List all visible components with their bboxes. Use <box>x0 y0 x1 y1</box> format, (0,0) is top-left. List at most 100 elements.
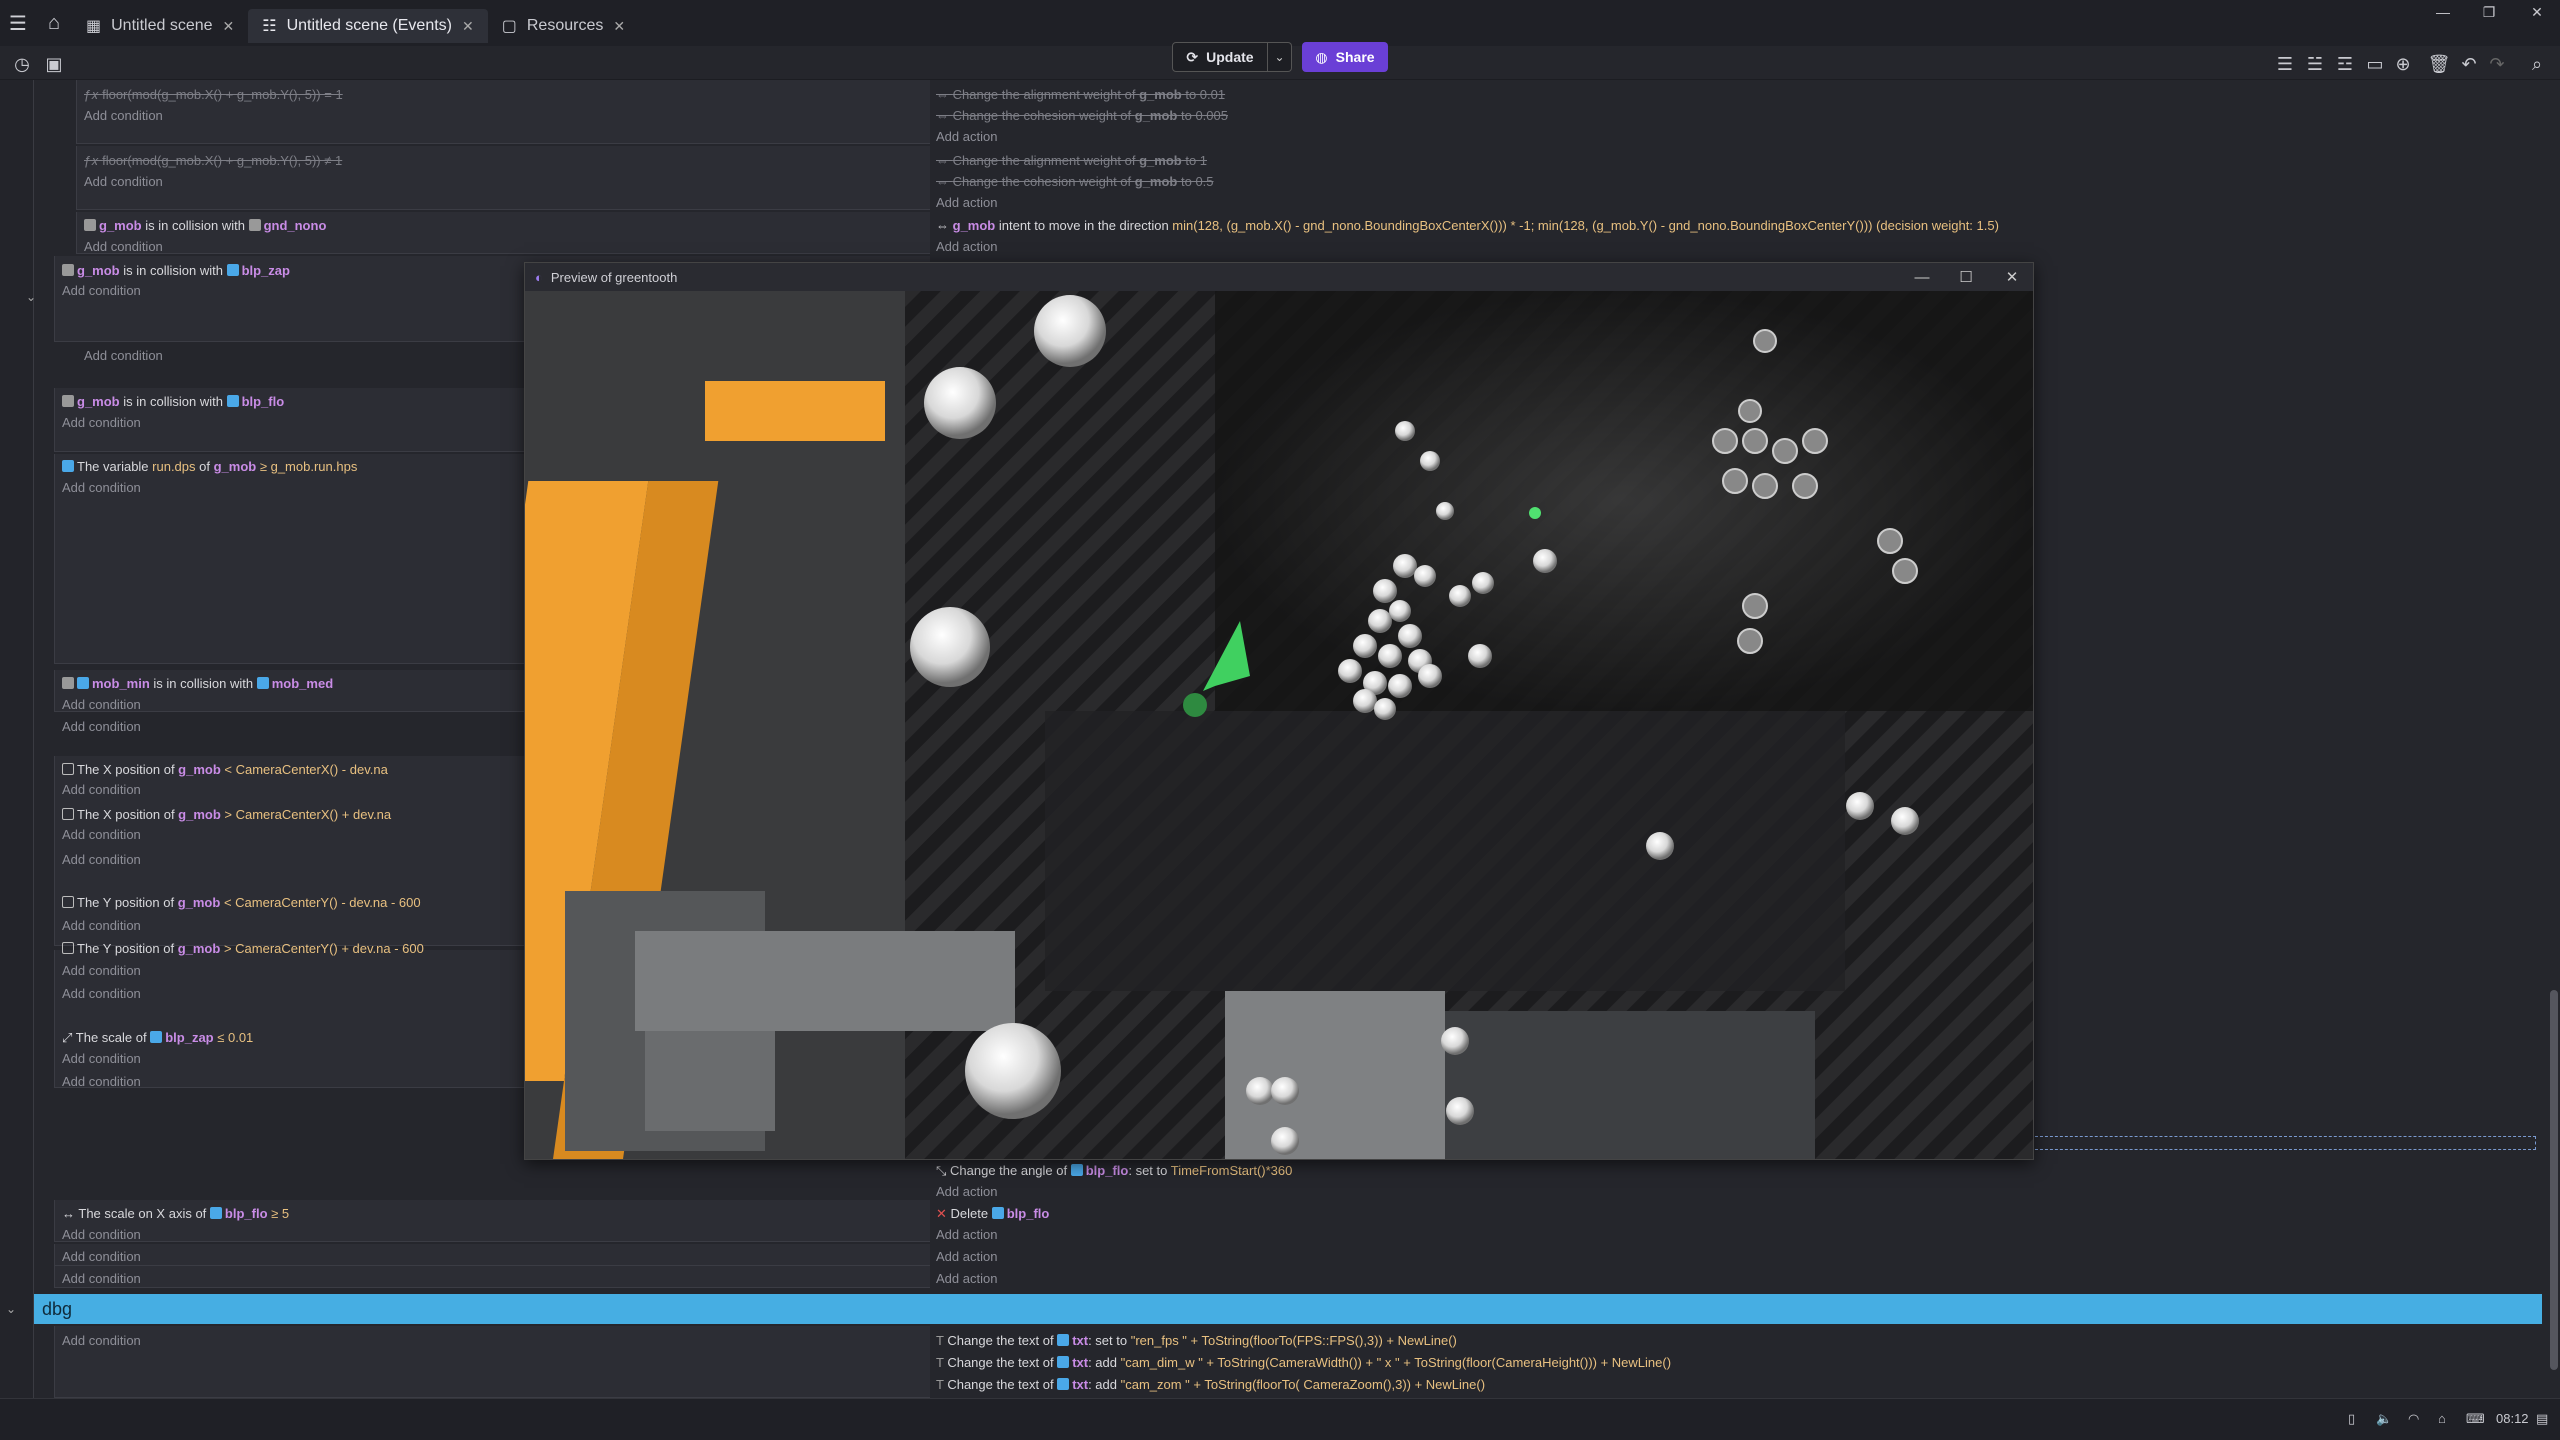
add-condition[interactable]: Add condition <box>62 986 141 1001</box>
add-condition[interactable]: Add condition <box>62 1227 141 1242</box>
action[interactable]: ✕ Delete blp_flo <box>936 1206 1049 1222</box>
condition[interactable]: The X position of g_mob > CameraCenterX(… <box>62 807 391 822</box>
add-condition[interactable]: Add condition <box>62 1333 141 1348</box>
tab-scene[interactable]: ▦ Untitled scene ✕ <box>72 9 248 43</box>
action[interactable]: ⇔ Change the alignment weight of g_mob t… <box>936 87 1225 102</box>
event-conditions[interactable] <box>54 1326 930 1398</box>
home-icon[interactable]: ⌂ <box>36 0 72 46</box>
condition[interactable]: The variable run.dps of g_mob ≥ g_mob.ru… <box>62 459 357 474</box>
condition[interactable]: ↔ The scale on X axis of blp_flo ≥ 5 <box>62 1206 289 1221</box>
add-condition[interactable]: Add condition <box>62 1074 141 1089</box>
add-action[interactable]: Add action <box>936 1271 997 1286</box>
battery-icon[interactable]: ▯ <box>2348 1411 2355 1427</box>
network-icon[interactable]: ⌂ <box>2438 1411 2446 1426</box>
condition[interactable]: ⤢ The scale of blp_zap ≤ 0.01 <box>62 1030 253 1046</box>
close-icon[interactable]: ✕ <box>223 18 235 35</box>
add-group-icon[interactable]: ☲ <box>2332 50 2358 78</box>
add-condition[interactable]: Add condition <box>62 1051 141 1066</box>
close-icon[interactable]: ✕ <box>1989 263 2035 291</box>
add-condition[interactable]: Add condition <box>62 415 141 430</box>
close-icon[interactable]: ✕ <box>613 18 625 35</box>
events-icon: ☷ <box>262 18 277 35</box>
add-condition[interactable]: Add condition <box>62 480 141 495</box>
add-condition[interactable]: Add condition <box>62 918 141 933</box>
add-action[interactable]: Add action <box>936 129 997 144</box>
add-condition[interactable]: Add condition <box>62 283 141 298</box>
condition[interactable]: ƒ𝑥 floor(mod(g_mob.X() + g_mob.Y(), 5)) … <box>84 153 342 169</box>
condition[interactable]: g_mob is in collision with blp_zap <box>62 263 290 278</box>
add-action[interactable]: Add action <box>936 239 997 254</box>
redo-icon[interactable]: ↷ <box>2484 50 2510 78</box>
close-window-icon[interactable]: ✕ <box>2514 0 2560 24</box>
add-condition[interactable]: Add condition <box>62 1271 141 1286</box>
share-button[interactable]: ◍ Share <box>1302 42 1388 72</box>
add-condition[interactable]: Add condition <box>84 174 163 189</box>
menu-icon[interactable]: ☰ <box>0 0 36 46</box>
scrollbar-thumb[interactable] <box>2550 990 2558 1370</box>
preview-window[interactable]: ◐ Preview of greentooth — ☐ ✕ <box>524 262 2034 1160</box>
condition[interactable]: g_mob is in collision with gnd_nono <box>84 218 326 233</box>
volume-icon[interactable]: 🔈 <box>2376 1411 2392 1427</box>
minimize-icon[interactable]: — <box>1899 263 1945 291</box>
add-icon[interactable]: ⊕ <box>2390 50 2416 78</box>
search-icon[interactable]: ⌕ <box>2524 50 2550 78</box>
delete-icon[interactable]: 🗑 <box>2426 50 2452 78</box>
condition[interactable]: ƒ𝑥 floor(mod(g_mob.X() + g_mob.Y(), 5)) … <box>84 87 343 103</box>
add-condition[interactable]: Add condition <box>62 719 141 734</box>
event-conditions[interactable] <box>54 1266 930 1288</box>
game-canvas[interactable] <box>525 291 2033 1159</box>
restore-icon[interactable]: ❐ <box>2466 0 2512 24</box>
add-event-icon[interactable]: ☰ <box>2272 50 2298 78</box>
condition[interactable]: g_mob is in collision with blp_flo <box>62 394 284 409</box>
minimize-icon[interactable]: — <box>2420 0 2466 24</box>
chevron-down-icon[interactable]: ⌄ <box>6 1302 16 1316</box>
add-condition[interactable]: Add condition <box>84 108 163 123</box>
maximize-icon[interactable]: ☐ <box>1943 263 1989 291</box>
add-condition[interactable]: Add condition <box>62 1249 141 1264</box>
add-action[interactable]: Add action <box>936 1227 997 1242</box>
condition[interactable]: mob_min is in collision with mob_med <box>62 676 333 691</box>
add-action[interactable]: Add action <box>936 195 997 210</box>
condition[interactable]: The Y position of g_mob < CameraCenterY(… <box>62 895 421 910</box>
action[interactable]: T Change the text of txt: add "cam_zom "… <box>936 1377 1485 1392</box>
object-icon <box>1057 1334 1070 1346</box>
wifi-icon[interactable]: ◠ <box>2408 1411 2419 1427</box>
event-conditions[interactable] <box>54 1244 930 1266</box>
tab-events[interactable]: ☷ Untitled scene (Events) ✕ <box>248 9 488 43</box>
add-comment-icon[interactable]: ▭ <box>2362 50 2388 78</box>
undo-icon[interactable]: ↶ <box>2456 50 2482 78</box>
action[interactable]: ⤡ Change the angle of blp_flo: set to Ti… <box>936 1163 1292 1179</box>
action[interactable]: ⇔ Change the cohesion weight of g_mob to… <box>936 108 1228 123</box>
action[interactable]: T Change the text of txt: set to "ren_fp… <box>936 1333 1457 1348</box>
condition[interactable]: The X position of g_mob < CameraCenterX(… <box>62 762 388 777</box>
add-action[interactable]: Add action <box>936 1249 997 1264</box>
add-condition[interactable]: Add condition <box>62 782 141 797</box>
notification-icon[interactable]: ▤ <box>2536 1411 2548 1427</box>
position-icon <box>62 942 74 954</box>
keyboard-icon[interactable]: ⌨ <box>2466 1411 2485 1427</box>
object-icon <box>62 395 74 407</box>
group-header-dbg[interactable]: dbg <box>34 1294 2542 1324</box>
condition[interactable]: The Y position of g_mob > CameraCenterY(… <box>62 941 424 956</box>
history-icon[interactable]: ◷ <box>8 50 36 78</box>
update-button[interactable]: ⟳ Update <box>1172 42 1268 72</box>
close-icon[interactable]: ✕ <box>462 18 474 35</box>
action[interactable]: ⇔ g_mob intent to move in the direction … <box>936 218 1999 233</box>
action[interactable]: T Change the text of txt: add "cam_dim_w… <box>936 1355 1671 1370</box>
add-action[interactable]: Add action <box>936 1184 997 1199</box>
chevron-down-icon[interactable]: ⌄ <box>26 290 36 304</box>
action[interactable]: ⇔ Change the cohesion weight of g_mob to… <box>936 174 1214 189</box>
add-condition[interactable]: Add condition <box>84 239 163 254</box>
preview-titlebar[interactable]: ◐ Preview of greentooth <box>525 263 2033 291</box>
add-condition[interactable]: Add condition <box>62 852 141 867</box>
add-condition[interactable]: Add condition <box>84 348 163 363</box>
project-icon[interactable]: ▣ <box>40 50 68 78</box>
update-dropdown-button[interactable]: ⌄ <box>1268 42 1292 72</box>
action[interactable]: ⇔ Change the alignment weight of g_mob t… <box>936 153 1207 168</box>
add-condition[interactable]: Add condition <box>62 963 141 978</box>
add-subevent-icon[interactable]: ☱ <box>2302 50 2328 78</box>
add-condition[interactable]: Add condition <box>62 697 141 712</box>
tab-resources[interactable]: ▢ Resources ✕ <box>488 9 639 43</box>
add-condition[interactable]: Add condition <box>62 827 141 842</box>
clock[interactable]: 08:12 <box>2496 1411 2529 1426</box>
